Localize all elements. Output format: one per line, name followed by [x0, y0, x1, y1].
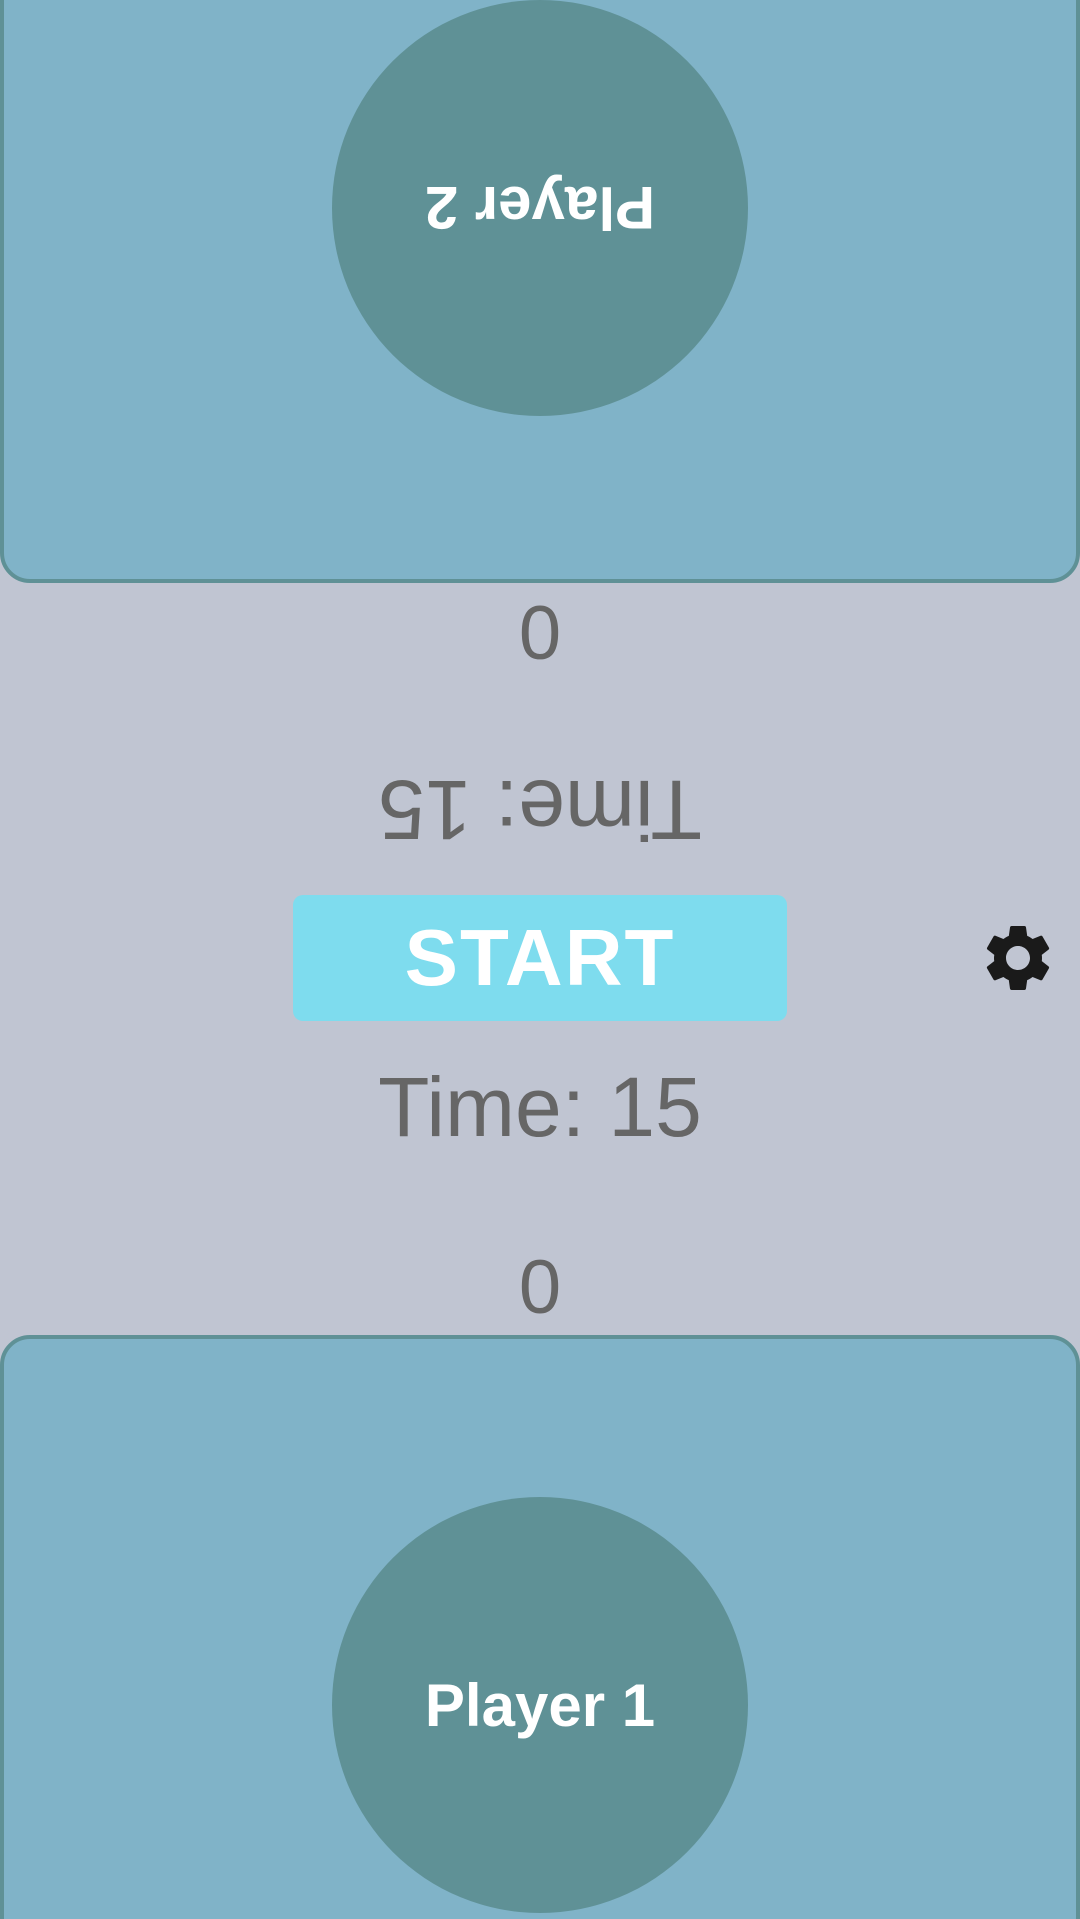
- gear-icon: [986, 926, 1050, 990]
- player-1-timer: Time: 15: [378, 1060, 702, 1154]
- player-2-label: Player 2: [424, 174, 656, 242]
- player-2-timer: Time: 15: [378, 763, 702, 857]
- start-button[interactable]: START: [293, 895, 787, 1021]
- player-2-score: 0: [518, 589, 562, 674]
- player-1-tap-button[interactable]: Player 1: [332, 1497, 748, 1913]
- game-screen: Player 2 0 Time: 15 START Time: 15 0 Pla…: [0, 0, 1080, 1919]
- player-1-score: 0: [518, 1245, 562, 1330]
- player-1-label: Player 1: [424, 1671, 656, 1739]
- settings-button[interactable]: [978, 918, 1058, 998]
- player-2-tap-button[interactable]: Player 2: [332, 0, 748, 416]
